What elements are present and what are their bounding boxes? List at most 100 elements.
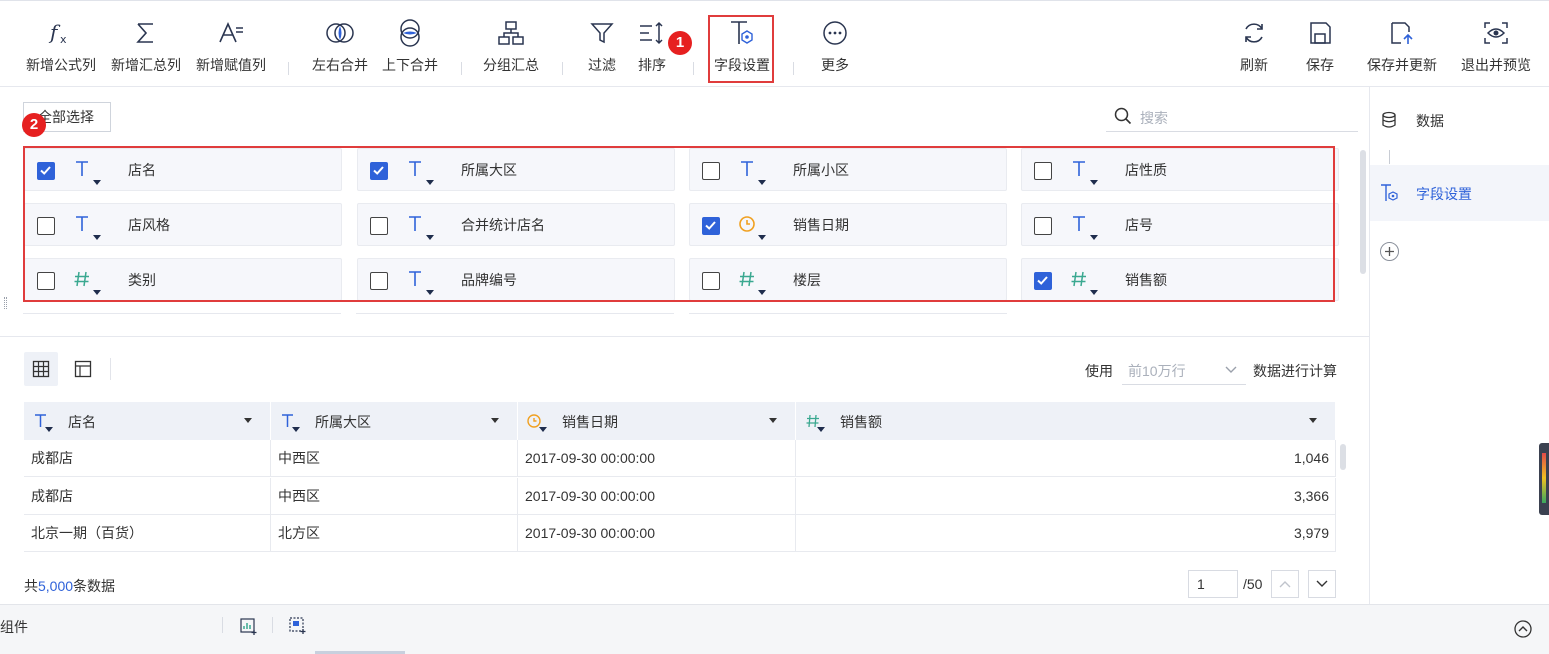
add-assign-column-label: 新增赋值列: [196, 57, 266, 73]
table-cell: 2017-09-30 00:00:00: [518, 440, 796, 477]
exit-and-preview-button[interactable]: 退出并预览: [1456, 15, 1536, 75]
column-menu-caret[interactable]: [769, 418, 777, 423]
field-card-partial: [23, 313, 341, 317]
save-and-update-button[interactable]: 保存并更新: [1362, 15, 1442, 75]
group-summary-button[interactable]: 分组汇总: [477, 15, 545, 75]
panel-item-field-settings-label: 字段设置: [1416, 186, 1472, 202]
add-step-button[interactable]: [1380, 242, 1399, 261]
merge-horizontal-button[interactable]: 左右合并: [305, 15, 375, 75]
preview-icon: [1484, 22, 1508, 44]
field-search[interactable]: 搜索: [1106, 102, 1358, 132]
toolbar-separator: [693, 62, 694, 75]
field-grid-scrollbar[interactable]: [1360, 150, 1366, 274]
page-current: 1: [1197, 576, 1205, 592]
merge-vertical-label: 上下合并: [382, 57, 438, 73]
add-assign-column-button[interactable]: 新增赋值列: [192, 15, 270, 75]
add-chart-icon[interactable]: [240, 618, 258, 636]
type-dropdown-caret[interactable]: [45, 427, 53, 432]
column-header[interactable]: 店名: [24, 402, 271, 440]
chevron-down-icon: [1316, 580, 1328, 587]
compute-prefix: 使用: [1085, 363, 1113, 379]
panel-item-field-settings[interactable]: 字段设置: [1370, 165, 1549, 221]
column-header-label: 销售日期: [562, 414, 618, 430]
table-cell: 中西区: [271, 477, 518, 515]
add-summary-column-button[interactable]: 新增汇总列: [106, 15, 186, 75]
fx-icon: fx: [48, 20, 67, 46]
more-label: 更多: [821, 57, 849, 73]
toolbar-separator: [793, 62, 794, 75]
grid-view-icon: [32, 360, 50, 378]
field-card-partial: [356, 313, 674, 317]
next-page-button[interactable]: [1308, 570, 1336, 598]
filter-icon: [590, 23, 614, 44]
refresh-icon: [1245, 23, 1263, 43]
add-formula-column-button[interactable]: fx 新增公式列: [22, 15, 100, 75]
table-scrollbar[interactable]: [1340, 444, 1346, 470]
step-badge-2: 2: [22, 113, 46, 137]
panel-item-data[interactable]: 数据: [1370, 101, 1549, 137]
toolbar: fx 新增公式列 新增汇总列 新增赋值列 左右合并 上下合并 分组汇总 过滤 排…: [0, 0, 1549, 87]
field-grid-highlight: [23, 146, 1335, 302]
column-header-label: 销售额: [840, 414, 882, 430]
column-header[interactable]: 销售日期: [518, 402, 796, 440]
column-header-label: 店名: [68, 414, 96, 430]
sort-label: 排序: [638, 57, 666, 73]
column-menu-caret[interactable]: [244, 418, 252, 423]
type-dropdown-caret[interactable]: [817, 427, 825, 432]
row-limit-value: 前10万行: [1128, 363, 1186, 379]
merge-vertical-icon: [400, 19, 420, 47]
layout-view-icon: [74, 360, 92, 378]
bottom-separator: [272, 617, 273, 633]
filter-button[interactable]: 过滤: [580, 15, 624, 75]
merge-horizontal-icon: [326, 23, 354, 43]
panel-item-data-label: 数据: [1416, 113, 1444, 129]
refresh-button[interactable]: 刷新: [1232, 15, 1276, 75]
resize-handle[interactable]: [4, 297, 7, 309]
grid-view-button[interactable]: [24, 352, 58, 386]
right-panel: 数据 字段设置: [1369, 87, 1549, 605]
search-icon: [1114, 107, 1132, 125]
column-header[interactable]: 销售额: [796, 402, 1336, 440]
table-cell: 成都店: [24, 440, 271, 477]
plus-icon: [1385, 247, 1394, 256]
step-badge-1: 1: [668, 31, 692, 55]
table-cell: 2017-09-30 00:00:00: [518, 477, 796, 515]
save-update-icon: [1391, 22, 1413, 44]
page-number-input[interactable]: 1: [1188, 570, 1238, 598]
column-menu-caret[interactable]: [491, 418, 499, 423]
side-widget[interactable]: [1539, 443, 1549, 515]
refresh-label: 刷新: [1240, 57, 1268, 73]
field-card-partial: [689, 313, 1007, 317]
save-button[interactable]: 保存: [1298, 15, 1342, 75]
record-summary: 共5,000条数据: [24, 576, 115, 596]
collapse-up-icon[interactable]: [1513, 619, 1533, 639]
panel-connector: [1389, 150, 1390, 164]
type-dropdown-caret[interactable]: [539, 427, 547, 432]
summary-prefix: 共: [24, 578, 38, 594]
component-tab-label[interactable]: 组件: [0, 617, 28, 637]
database-icon: [1382, 111, 1396, 128]
save-icon: [1310, 22, 1331, 44]
merge-vertical-button[interactable]: 上下合并: [376, 15, 444, 75]
type-dropdown-caret[interactable]: [292, 427, 300, 432]
filter-label: 过滤: [588, 57, 616, 73]
more-icon: [823, 21, 847, 45]
sort-icon: [640, 21, 663, 45]
toolbar-separator: [562, 62, 563, 75]
save-and-update-label: 保存并更新: [1367, 57, 1437, 73]
prev-page-button[interactable]: [1271, 570, 1299, 598]
column-menu-caret[interactable]: [1309, 418, 1317, 423]
more-button[interactable]: 更多: [812, 15, 858, 75]
table-cell: 中西区: [271, 440, 518, 477]
add-component-icon[interactable]: [289, 617, 307, 635]
table-cell: 1,046: [796, 440, 1336, 477]
merge-horizontal-label: 左右合并: [312, 57, 368, 73]
compute-suffix: 数据进行计算: [1253, 363, 1337, 379]
toolbar-separator: [461, 62, 462, 75]
save-label: 保存: [1306, 57, 1334, 73]
layout-view-button[interactable]: [66, 352, 100, 386]
bottom-bar: 组件: [0, 604, 1549, 654]
column-header[interactable]: 所属大区: [271, 402, 518, 440]
row-limit-select[interactable]: 前10万行: [1122, 355, 1246, 385]
table-cell: 北京一期（百货）: [24, 515, 271, 552]
